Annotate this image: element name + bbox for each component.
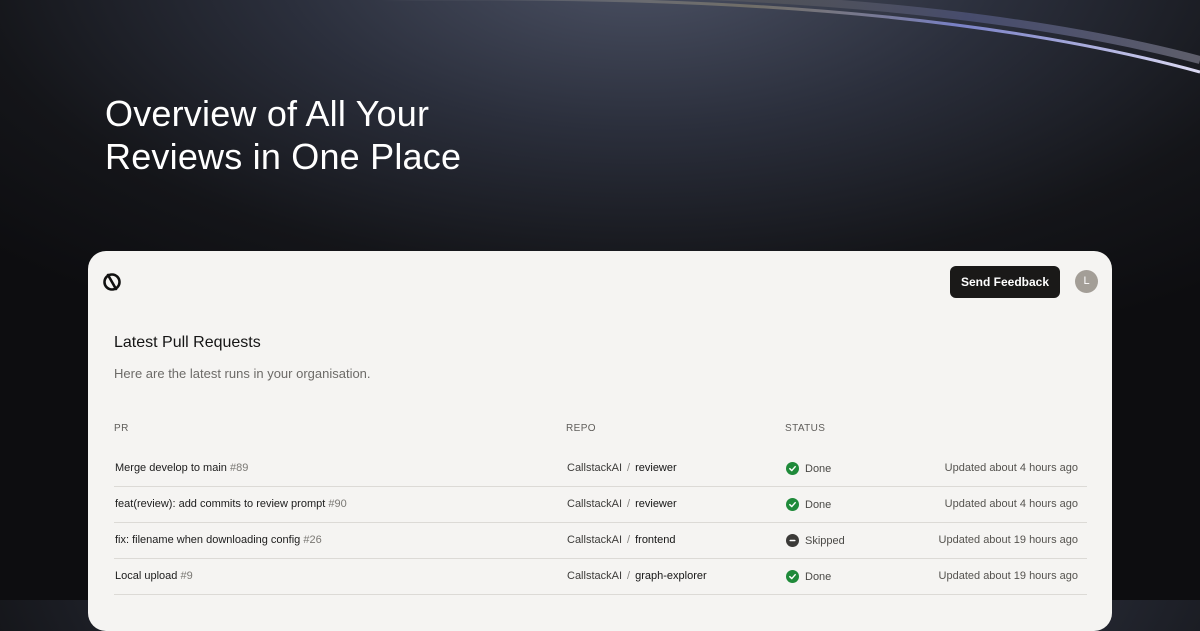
- repo-path[interactable]: CallstackAI / graph-explorer: [567, 570, 707, 582]
- repo-separator: /: [627, 498, 631, 510]
- repo-org: CallstackAI: [567, 534, 623, 546]
- pr-title[interactable]: Local upload #9: [115, 570, 193, 582]
- table-row[interactable]: fix: filename when downloading config #2…: [114, 523, 1087, 559]
- repo-path[interactable]: CallstackAI / frontend: [567, 534, 675, 546]
- check-circle-icon: [786, 498, 799, 511]
- section-subtitle: Here are the latest runs in your organis…: [114, 366, 371, 381]
- status-badge: Skipped: [786, 534, 845, 547]
- table-row[interactable]: Local upload #9 CallstackAI / graph-explore…: [114, 559, 1087, 595]
- hero-line-1: Overview of All Your: [105, 93, 430, 134]
- pr-title-text: Merge develop to main: [115, 462, 227, 474]
- updated-timestamp: Updated about 4 hours ago: [944, 498, 1078, 510]
- pr-number: #90: [328, 498, 347, 510]
- status-label: Skipped: [805, 534, 845, 547]
- status-badge: Done: [786, 462, 831, 475]
- pull-requests-card: Send Feedback L Latest Pull Requests Her…: [88, 251, 1112, 631]
- status-label: Done: [805, 498, 832, 511]
- minus-circle-icon: [786, 534, 799, 547]
- repo-org: CallstackAI: [567, 462, 623, 474]
- repo-name: reviewer: [635, 462, 677, 474]
- pull-requests-table: Merge develop to main #89 CallstackAI / rev…: [114, 451, 1087, 595]
- column-header-pr: PR: [114, 423, 129, 434]
- repo-path[interactable]: CallstackAI / reviewer: [567, 498, 677, 510]
- repo-name: reviewer: [635, 498, 677, 510]
- check-circle-icon: [786, 570, 799, 583]
- column-header-status: STATUS: [785, 423, 826, 434]
- pr-title-text: Local upload: [115, 570, 178, 582]
- repo-name: graph-explorer: [635, 570, 707, 582]
- updated-timestamp: Updated about 4 hours ago: [944, 462, 1078, 474]
- pr-number: #9: [180, 570, 193, 582]
- hero-headline: Overview of All Your Reviews in One Plac…: [105, 92, 461, 178]
- status-badge: Done: [786, 498, 831, 511]
- updated-timestamp: Updated about 19 hours ago: [938, 570, 1078, 582]
- pr-title[interactable]: feat(review): add commits to review prom…: [115, 498, 347, 510]
- app-logo-icon[interactable]: [102, 272, 122, 292]
- section-title: Latest Pull Requests: [114, 334, 261, 351]
- repo-org: CallstackAI: [567, 498, 623, 510]
- repo-org: CallstackAI: [567, 570, 623, 582]
- status-badge: Done: [786, 570, 831, 583]
- repo-path[interactable]: CallstackAI / reviewer: [567, 462, 677, 474]
- table-row[interactable]: feat(review): add commits to review prom…: [114, 487, 1087, 523]
- hero-line-2: Reviews in One Place: [105, 136, 462, 177]
- repo-separator: /: [627, 570, 631, 582]
- repo-name: frontend: [635, 534, 676, 546]
- pr-title-text: fix: filename when downloading config: [115, 534, 301, 546]
- send-feedback-button[interactable]: Send Feedback: [950, 266, 1060, 298]
- pr-number: #89: [229, 462, 249, 474]
- pr-title[interactable]: Merge develop to main #89: [115, 462, 248, 474]
- user-avatar[interactable]: L: [1075, 270, 1098, 293]
- repo-separator: /: [627, 462, 631, 474]
- status-label: Done: [805, 462, 832, 475]
- table-row[interactable]: Merge develop to main #89 CallstackAI / rev…: [114, 451, 1087, 487]
- status-label: Done: [805, 570, 832, 583]
- pr-title[interactable]: fix: filename when downloading config #2…: [115, 534, 322, 546]
- updated-timestamp: Updated about 19 hours ago: [938, 534, 1078, 546]
- check-circle-icon: [786, 462, 799, 475]
- column-header-repo: REPO: [566, 423, 596, 434]
- pr-number: #26: [303, 534, 322, 546]
- repo-separator: /: [627, 534, 631, 546]
- pr-title-text: feat(review): add commits to review prom…: [115, 498, 326, 510]
